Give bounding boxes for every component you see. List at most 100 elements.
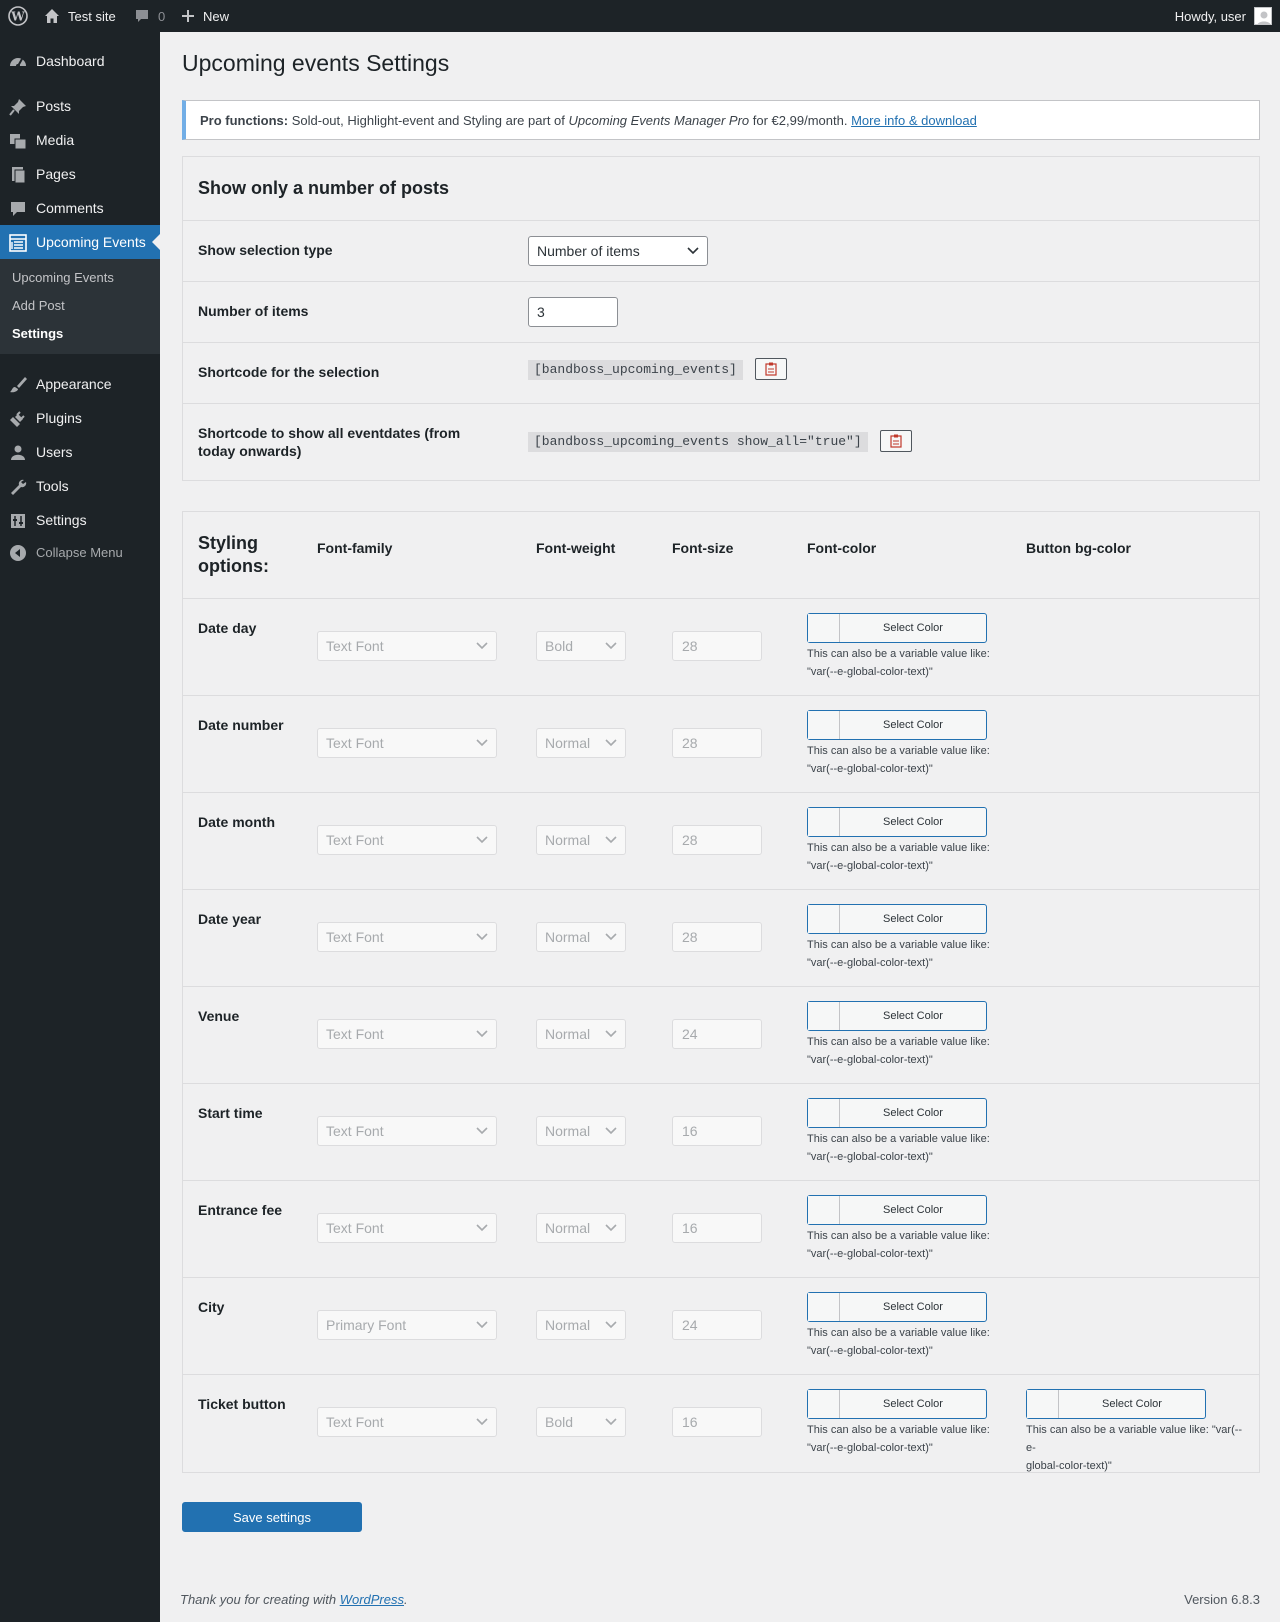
- sidebar-item-label: Appearance: [36, 376, 112, 392]
- paintbrush-icon: [8, 375, 28, 395]
- font-color-picker-button[interactable]: Select Color: [807, 710, 987, 740]
- sidebar-item-upcoming-events[interactable]: Upcoming Events: [0, 225, 160, 259]
- sidebar-item-pages[interactable]: Pages: [0, 157, 160, 191]
- sidebar-item-label: Pages: [36, 166, 76, 182]
- divider: [183, 281, 1259, 282]
- font-weight-select[interactable]: Normal: [536, 1213, 626, 1243]
- row-label-venue: Venue: [198, 1008, 240, 1024]
- sidebar-item-label: Comments: [36, 200, 104, 216]
- hint-line: This can also be a variable value like:: [807, 1133, 990, 1145]
- font-color-picker-button[interactable]: Select Color: [807, 1389, 987, 1419]
- font-size-input[interactable]: 24: [672, 1019, 762, 1049]
- color-swatch: [808, 1099, 840, 1127]
- hint-line: "var(--e-global-color-text)": [807, 957, 933, 969]
- save-settings-button[interactable]: Save settings: [182, 1502, 362, 1532]
- font-family-select[interactable]: Text Font: [317, 1116, 497, 1146]
- font-color-picker-button[interactable]: Select Color: [807, 1292, 987, 1322]
- sidebar-item-appearance[interactable]: Appearance: [0, 367, 160, 401]
- chevron-down-icon: [605, 933, 617, 941]
- sidebar-item-media[interactable]: Media: [0, 123, 160, 157]
- divider: [183, 598, 1259, 599]
- font-weight-select[interactable]: Normal: [536, 1019, 626, 1049]
- button-bg-color-picker-button[interactable]: Select Color: [1026, 1389, 1206, 1419]
- hint-line: "var(--e-global-color-text)": [807, 1054, 933, 1066]
- posts-settings-panel: Show only a number of posts Show selecti…: [182, 156, 1260, 481]
- select-color-label: Select Color: [883, 1301, 943, 1313]
- font-family-select[interactable]: Text Font: [317, 922, 497, 952]
- font-family-select[interactable]: Text Font: [317, 825, 497, 855]
- font-color-picker-button[interactable]: Select Color: [807, 1001, 987, 1031]
- font-size-input[interactable]: 16: [672, 1116, 762, 1146]
- font-size-input[interactable]: 24: [672, 1310, 762, 1340]
- comments-count: 0: [158, 8, 166, 24]
- sidebar-item-users[interactable]: Users: [0, 435, 160, 469]
- font-weight-select[interactable]: Normal: [536, 1310, 626, 1340]
- font-family-value: Text Font: [326, 1414, 384, 1430]
- font-weight-select[interactable]: Bold: [536, 631, 626, 661]
- font-size-input[interactable]: 28: [672, 922, 762, 952]
- sidebar-item-dashboard[interactable]: Dashboard: [0, 44, 160, 78]
- collapse-menu-button[interactable]: Collapse Menu: [0, 535, 160, 569]
- font-size-input[interactable]: 16: [672, 1213, 762, 1243]
- font-color-picker-button[interactable]: Select Color: [807, 1195, 987, 1225]
- font-family-select[interactable]: Text Font: [317, 1213, 497, 1243]
- chevron-down-icon: [605, 836, 617, 844]
- chevron-down-icon: [476, 1418, 488, 1426]
- font-weight-select[interactable]: Normal: [536, 728, 626, 758]
- new-content-link[interactable]: New: [181, 0, 229, 32]
- sidebar-item-comments[interactable]: Comments: [0, 191, 160, 225]
- submenu-item-add-post[interactable]: Add Post: [12, 298, 65, 313]
- more-info-link[interactable]: More info & download: [851, 113, 977, 128]
- font-weight-select[interactable]: Normal: [536, 922, 626, 952]
- font-color-picker-button[interactable]: Select Color: [807, 1098, 987, 1128]
- submenu-item-upcoming-events[interactable]: Upcoming Events: [12, 270, 114, 285]
- copy-shortcode-all-button[interactable]: [880, 430, 912, 452]
- font-color-picker-button[interactable]: Select Color: [807, 613, 987, 643]
- media-icon: [8, 131, 28, 151]
- wordpress-logo-icon[interactable]: W: [8, 0, 28, 32]
- font-size-value: 16: [682, 1123, 698, 1139]
- sidebar-item-tools[interactable]: Tools: [0, 469, 160, 503]
- site-name-link[interactable]: Test site: [44, 0, 116, 32]
- hint-line: This can also be a variable value like:: [807, 1424, 990, 1436]
- font-color-hint: This can also be a variable value like: "…: [807, 936, 990, 972]
- sidebar-item-label: Collapse Menu: [36, 544, 123, 560]
- font-family-select[interactable]: Text Font: [317, 631, 497, 661]
- comments-link[interactable]: 0: [134, 0, 165, 32]
- font-color-picker-button[interactable]: Select Color: [807, 807, 987, 837]
- row-label-ticket-button: Ticket button: [198, 1396, 286, 1412]
- font-family-select[interactable]: Primary Font: [317, 1310, 497, 1340]
- hint-line: This can also be a variable value like:: [807, 1230, 990, 1242]
- account-menu[interactable]: Howdy, user: [1175, 0, 1272, 32]
- font-size-input[interactable]: 28: [672, 728, 762, 758]
- new-label: New: [203, 8, 230, 24]
- footer-thanks-text: Thank you for creating with: [180, 1592, 340, 1607]
- current-menu-arrow: [152, 234, 160, 250]
- font-color-picker-button[interactable]: Select Color: [807, 904, 987, 934]
- sidebar-item-posts[interactable]: Posts: [0, 89, 160, 123]
- font-family-select[interactable]: Text Font: [317, 728, 497, 758]
- sidebar-item-settings[interactable]: Settings: [0, 503, 160, 537]
- font-size-input[interactable]: 16: [672, 1407, 762, 1437]
- font-size-input[interactable]: 28: [672, 631, 762, 661]
- column-header-font-color: Font-color: [807, 540, 877, 556]
- sidebar-item-plugins[interactable]: Plugins: [0, 401, 160, 435]
- hint-line: This can also be a variable value like: …: [1026, 1424, 1243, 1454]
- chevron-down-icon: [605, 1418, 617, 1426]
- font-family-select[interactable]: Text Font: [317, 1019, 497, 1049]
- hint-line: This can also be a variable value like:: [807, 1327, 990, 1339]
- font-size-value: 16: [682, 1220, 698, 1236]
- hint-line: global-color-text)": [1026, 1460, 1112, 1472]
- hint-line: This can also be a variable value like:: [807, 745, 990, 757]
- copy-shortcode-button[interactable]: [755, 358, 787, 380]
- selection-type-select[interactable]: Number of items: [528, 236, 708, 266]
- number-of-items-input[interactable]: 3: [528, 297, 618, 327]
- font-weight-select[interactable]: Normal: [536, 1116, 626, 1146]
- font-size-input[interactable]: 28: [672, 825, 762, 855]
- submenu-item-settings[interactable]: Settings: [12, 326, 63, 341]
- color-swatch: [808, 1293, 840, 1321]
- wordpress-link[interactable]: WordPress: [340, 1592, 404, 1607]
- font-weight-select[interactable]: Bold: [536, 1407, 626, 1437]
- font-family-select[interactable]: Text Font: [317, 1407, 497, 1437]
- font-weight-select[interactable]: Normal: [536, 825, 626, 855]
